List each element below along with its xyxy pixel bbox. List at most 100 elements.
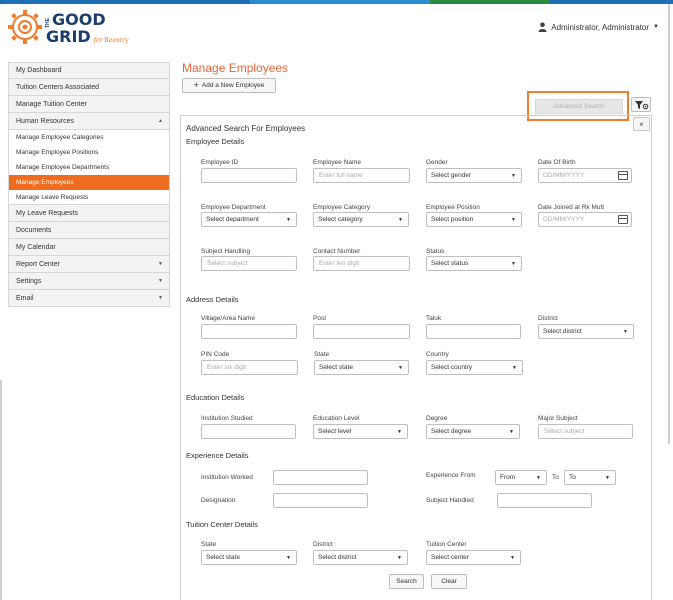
sidebar-item-human-resources[interactable]: Human Resources ▲ <box>8 113 170 130</box>
calendar-icon[interactable] <box>618 171 628 180</box>
sidebar-item-email[interactable]: Email ▼ <box>8 290 170 307</box>
close-button[interactable]: × <box>633 117 650 131</box>
education-level-select[interactable]: Select level ▼ <box>313 424 408 439</box>
logo-tagline: for Reentry <box>93 37 129 44</box>
filter-toggle-button[interactable] <box>631 97 651 112</box>
status-select[interactable]: Select status ▼ <box>426 256 522 271</box>
contact-number-input[interactable]: Enter ten digit <box>313 256 410 271</box>
taluk-label: Taluk <box>426 315 442 322</box>
user-menu[interactable]: Administrator, Administrator ▼ <box>538 22 659 32</box>
institution-studied-label: Institution Studied <box>201 415 253 422</box>
employee-name-input[interactable]: Enter full name <box>313 168 410 183</box>
state-label: State <box>314 351 330 358</box>
gender-select[interactable]: Select gender ▼ <box>426 168 522 183</box>
logo-word-grid: GRID <box>46 27 91 46</box>
contact-number-label: Contact Number <box>313 248 361 255</box>
village-input[interactable] <box>201 324 297 339</box>
sidebar-subitem-label: Manage Leave Requests <box>16 193 89 201</box>
chevron-down-icon: ▼ <box>397 428 402 435</box>
district-select[interactable]: Select district ▼ <box>538 324 634 339</box>
sidebar-item-my-calendar[interactable]: My Calendar <box>8 239 170 256</box>
chevron-down-icon: ▼ <box>512 364 517 371</box>
position-select[interactable]: Select position ▼ <box>426 212 522 227</box>
dob-placeholder: DD/MM/YYYY <box>543 172 585 179</box>
major-subject-input[interactable]: Select subject <box>538 424 633 439</box>
tuition-district-select[interactable]: Select district ▼ <box>313 550 408 565</box>
logo[interactable]: THE GOOD GRID for Reentry <box>6 8 136 48</box>
category-select[interactable]: Select category ▼ <box>313 212 409 227</box>
sidebar-item-label: Documents <box>16 226 52 234</box>
pin-code-input[interactable]: Enter six digit <box>201 360 298 375</box>
subject-handling-input[interactable]: Select subject <box>201 256 297 271</box>
institution-studied-input[interactable] <box>201 424 296 439</box>
sidebar-item-label: Email <box>16 294 34 302</box>
institution-worked-input[interactable] <box>273 470 368 485</box>
tuition-state-select[interactable]: Select state ▼ <box>201 550 297 565</box>
panel-title: Advanced Search For Employees <box>186 124 306 133</box>
sidebar-item-label: My Leave Requests <box>16 209 78 217</box>
gender-select-value: Select gender <box>431 172 472 179</box>
taluk-input[interactable] <box>426 324 521 339</box>
sidebar-item-tuition-centers-associated[interactable]: Tuition Centers Associated <box>8 79 170 96</box>
chevron-down-icon: ▼ <box>623 328 628 335</box>
date-joined-input[interactable]: DD/MM/YYYY <box>538 212 632 227</box>
department-label: Employee Department <box>201 204 266 211</box>
sidebar-subitem-manage-employees[interactable]: Manage Employees <box>8 175 170 190</box>
clear-button[interactable]: Clear <box>431 574 467 589</box>
top-bar-segment <box>0 0 250 4</box>
dob-input[interactable]: DD/MM/YYYY <box>538 168 632 183</box>
sidebar: My Dashboard Tuition Centers Associated … <box>8 62 170 307</box>
sidebar-subitem-label: Manage Employees <box>16 179 74 186</box>
chevron-down-icon: ▼ <box>158 295 163 301</box>
sidebar-item-label: Manage Tuition Center <box>16 100 87 108</box>
dob-label: Date Of Birth <box>538 159 576 166</box>
date-joined-placeholder: DD/MM/YYYY <box>543 216 585 223</box>
experience-to-select[interactable]: To ▼ <box>564 470 616 485</box>
sidebar-item-documents[interactable]: Documents <box>8 222 170 239</box>
tuition-center-select[interactable]: Select center ▼ <box>426 550 521 565</box>
category-label: Employee Category <box>313 204 371 211</box>
designation-label: Designation <box>201 497 236 504</box>
calendar-icon[interactable] <box>618 215 628 224</box>
state-select[interactable]: Select state ▼ <box>314 360 409 375</box>
advanced-search-button[interactable]: Advanced Search <box>535 99 623 114</box>
degree-select[interactable]: Select degree ▼ <box>426 424 520 439</box>
sidebar-item-dashboard[interactable]: My Dashboard <box>8 62 170 79</box>
institution-worked-label: Institution Worked <box>201 474 253 481</box>
chevron-down-icon: ▼ <box>397 554 402 561</box>
plus-icon: + <box>193 80 199 90</box>
position-select-value: Select position <box>431 216 474 223</box>
sidebar-subitem-label: Manage Employee Departments <box>16 164 110 171</box>
country-select-value: Select country <box>431 364 473 371</box>
designation-input[interactable] <box>273 493 368 508</box>
right-divider <box>668 4 670 444</box>
sidebar-item-settings[interactable]: Settings ▼ <box>8 273 170 290</box>
post-input[interactable] <box>313 324 410 339</box>
add-employee-label: Add a New Employee <box>201 82 265 89</box>
sidebar-subitem-employee-positions[interactable]: Manage Employee Positions <box>8 145 170 160</box>
sidebar-item-label: Tuition Centers Associated <box>16 83 100 91</box>
chevron-down-icon: ▼ <box>511 172 516 179</box>
sidebar-subitem-employee-departments[interactable]: Manage Employee Departments <box>8 160 170 175</box>
country-select[interactable]: Select country ▼ <box>426 360 523 375</box>
gender-label: Gender <box>426 159 448 166</box>
employee-id-input[interactable] <box>201 168 297 183</box>
sidebar-subitem-employee-categories[interactable]: Manage Employee Categories <box>8 130 170 145</box>
add-employee-button[interactable]: + Add a New Employee <box>182 78 276 93</box>
subject-handled-input[interactable] <box>497 493 592 508</box>
section-heading-address: Address Details <box>186 295 239 304</box>
sidebar-item-my-leave-requests[interactable]: My Leave Requests <box>8 205 170 222</box>
tuition-state-label: State <box>201 541 217 548</box>
tuition-center-label: Tuition Center <box>426 541 467 548</box>
chevron-down-icon: ▼ <box>398 216 403 223</box>
sidebar-item-manage-tuition-center[interactable]: Manage Tuition Center <box>8 96 170 113</box>
search-button[interactable]: Search <box>389 574 424 589</box>
major-subject-label: Major Subject <box>538 415 578 422</box>
sidebar-item-report-center[interactable]: Report Center ▼ <box>8 256 170 273</box>
date-joined-label: Date Joined at Rk Mutt <box>538 204 605 211</box>
department-select[interactable]: Select department ▼ <box>201 212 297 227</box>
education-level-label: Education Level <box>313 415 360 422</box>
experience-from-select[interactable]: From ▼ <box>495 470 547 485</box>
tuition-state-value: Select state <box>206 554 240 561</box>
sidebar-subitem-leave-requests[interactable]: Manage Leave Requests <box>8 190 170 205</box>
